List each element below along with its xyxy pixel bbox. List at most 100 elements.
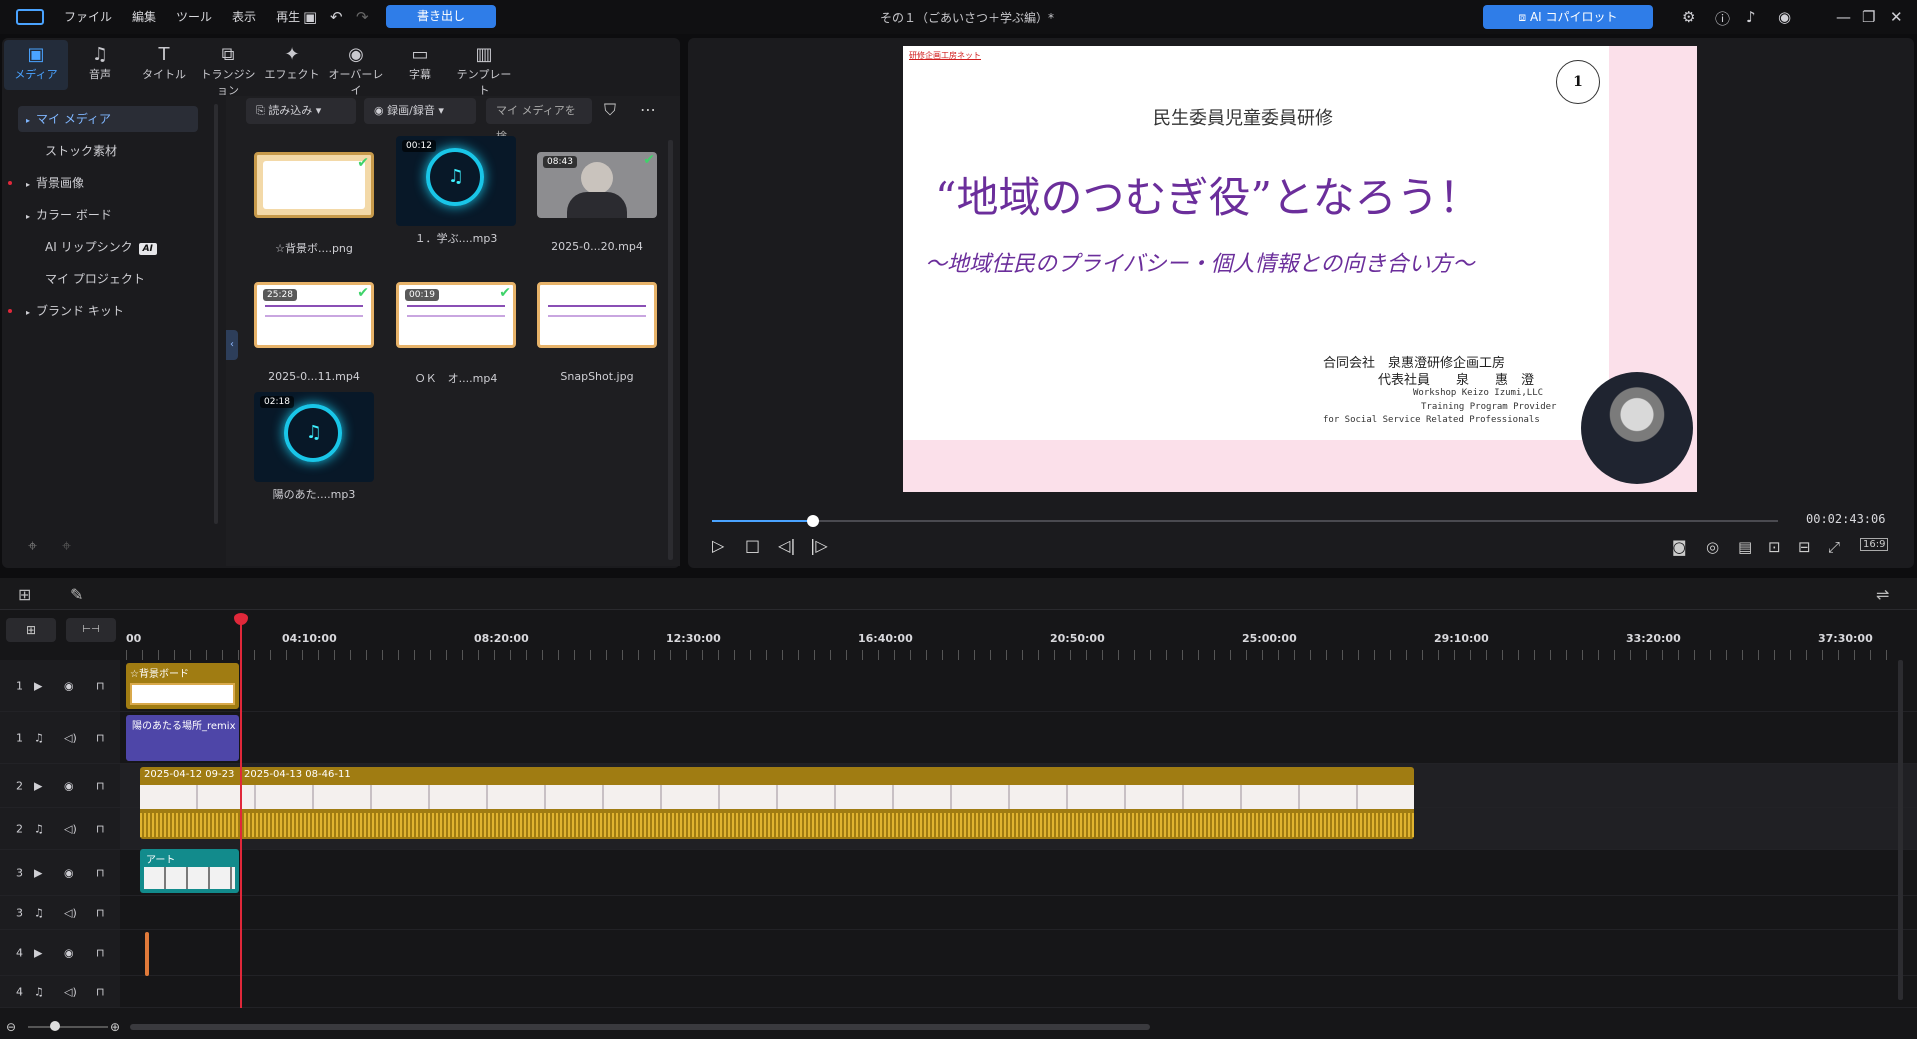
gear-icon[interactable]: ⚙ <box>1682 8 1695 26</box>
zoom-slider[interactable] <box>28 1026 108 1028</box>
record-button[interactable]: ◉ 録画/録音 ▾ <box>364 98 476 124</box>
sidebar-item-0[interactable]: ▸ マイ メディア <box>18 106 198 132</box>
stop-icon[interactable]: □ <box>745 536 760 555</box>
zoom-slider-handle[interactable] <box>50 1021 60 1031</box>
timeline-settings-icon[interactable]: ⇌ <box>1876 585 1889 604</box>
tab-4[interactable]: ✦ エフェクト <box>260 40 324 90</box>
timeline-vscrollbar[interactable] <box>1898 660 1903 1000</box>
lock-icon[interactable]: ⊓ <box>96 679 105 692</box>
zoom-in-icon[interactable]: ⊕ <box>110 1020 120 1034</box>
media-item-5[interactable] <box>537 282 657 348</box>
sidebar-item-6[interactable]: ▸ ブランド キット <box>18 298 198 324</box>
lock-icon[interactable]: ⊓ <box>96 822 105 835</box>
tab-icon: T <box>158 44 170 65</box>
video-thumbnails-strip <box>140 785 1414 809</box>
sidebar-scrollbar[interactable] <box>214 104 218 524</box>
account-icon[interactable]: ◉ <box>1778 8 1791 26</box>
timeline-select-icon[interactable]: ⊞ <box>18 585 31 604</box>
tag-remove-icon[interactable]: ⌖ <box>62 536 71 556</box>
media-scrollbar[interactable] <box>668 140 673 560</box>
playback-track[interactable] <box>712 520 1778 522</box>
menu-view[interactable]: 表示 <box>232 8 256 25</box>
tab-6[interactable]: ▭ 字幕 <box>388 40 452 90</box>
zoom-out-icon[interactable]: ⊖ <box>6 1020 16 1034</box>
lock-icon[interactable]: ⊓ <box>96 731 105 744</box>
menu-tools[interactable]: ツール <box>176 8 212 25</box>
prev-frame-icon[interactable]: ◁| <box>778 536 796 555</box>
filter-icon[interactable]: ⛉ <box>604 100 616 120</box>
import-label: 読み込み <box>268 104 313 117</box>
more-icon[interactable]: ⋯ <box>640 100 656 119</box>
tab-2[interactable]: T タイトル <box>132 40 196 90</box>
clip-background-board[interactable]: ☆背景ボード <box>126 663 239 709</box>
zoom-icon[interactable]: ⊡ <box>1768 538 1781 556</box>
media-item-6[interactable]: ♫ 02:18 <box>254 392 374 482</box>
sidebar-item-3[interactable]: ▸ カラー ボード <box>18 202 198 228</box>
minimize-icon[interactable]: — <box>1836 8 1851 26</box>
sidebar-item-2[interactable]: ▸ 背景画像 <box>18 170 198 196</box>
quality-icon[interactable]: ◎ <box>1706 538 1719 556</box>
help-icon[interactable]: ⓘ <box>1715 8 1730 29</box>
add-track-button[interactable]: ⊞ <box>6 618 56 642</box>
snapshot-icon[interactable]: ◙ <box>1672 538 1687 556</box>
tab-5[interactable]: ◉ オーバーレイ <box>324 40 388 97</box>
fullscreen-icon[interactable]: ⤢ <box>1828 538 1840 556</box>
close-icon[interactable]: ✕ <box>1890 8 1903 26</box>
save-icon[interactable]: ▣ <box>303 8 317 26</box>
restore-icon[interactable]: ❐ <box>1862 8 1875 26</box>
media-item-3[interactable]: 25:28 ✔ <box>254 282 374 348</box>
layout-icon[interactable]: ⊟ <box>1798 538 1811 556</box>
playhead[interactable] <box>240 618 242 1008</box>
lock-icon[interactable]: ⊓ <box>96 946 105 959</box>
sidebar-item-4[interactable]: AI リップシンク AI <box>18 234 198 260</box>
timeline-hscrollbar[interactable] <box>130 1024 1150 1030</box>
media-item-2[interactable]: 08:43 ✔ <box>537 152 657 218</box>
tab-1[interactable]: ♫ 音声 <box>68 40 132 90</box>
bell-icon[interactable]: ♪ <box>1746 8 1756 26</box>
lock-icon[interactable]: ⊓ <box>96 866 105 879</box>
clip-marker[interactable] <box>145 932 149 976</box>
media-item-1[interactable]: ♫ 00:12 <box>396 136 516 226</box>
import-button[interactable]: ⎘ 読み込み ▾ <box>246 98 356 124</box>
media-item-0[interactable]: ✔ <box>254 152 374 218</box>
subtitle-toggle-icon[interactable]: ▤ <box>1738 538 1752 556</box>
lock-icon[interactable]: ⊓ <box>96 985 105 998</box>
undo-icon[interactable]: ↶ <box>330 8 343 26</box>
ai-copilot-button[interactable]: ⧈ AI コパイロット <box>1483 5 1653 29</box>
speaker-icon[interactable]: ◁) <box>64 822 77 835</box>
speaker-icon[interactable]: ◁) <box>64 906 77 919</box>
tab-7[interactable]: ▥ テンプレート <box>452 40 516 97</box>
export-button[interactable]: 書き出し <box>386 5 496 28</box>
pen-icon[interactable]: ✎ <box>70 585 83 604</box>
eye-icon[interactable]: ◉ <box>64 679 74 692</box>
speaker-icon[interactable]: ◁) <box>64 731 77 744</box>
eye-icon[interactable]: ◉ <box>64 779 74 792</box>
play-icon[interactable]: ▷ <box>712 536 724 555</box>
lock-icon[interactable]: ⊓ <box>96 779 105 792</box>
clip-audio-remix[interactable]: 陽のあたる場所_remix <box>126 715 239 761</box>
sidebar-item-5[interactable]: マイ プロジェクト <box>18 266 198 292</box>
eye-icon[interactable]: ◉ <box>64 946 74 959</box>
lock-icon[interactable]: ⊓ <box>96 906 105 919</box>
clip-art[interactable]: アート <box>140 849 239 893</box>
sidebar-item-1[interactable]: ストック素材 <box>18 138 198 164</box>
clip-video-main[interactable]: 2025-04-12 09-23 2025-04-13 08-46-11 <box>140 767 1414 839</box>
fit-timeline-button[interactable]: ⊢⊣ <box>66 618 116 642</box>
aspect-ratio-button[interactable]: 16:9 <box>1860 538 1889 551</box>
menu-edit[interactable]: 編集 <box>132 8 156 25</box>
track-number: 2 <box>16 822 23 835</box>
tab-3[interactable]: ⧉ トランジション <box>196 40 260 97</box>
media-sidebar: ▸ マイ メディア ストック素材 ▸ 背景画像 ▸ カラー ボード AI リップシンク AI マイ… <box>4 96 222 562</box>
next-frame-icon[interactable]: |▷ <box>810 536 828 555</box>
media-item-4[interactable]: 00:19 ✔ <box>396 282 516 348</box>
used-check-icon: ✔ <box>499 285 511 301</box>
eye-icon[interactable]: ◉ <box>64 866 74 879</box>
tag-add-icon[interactable]: ⌖ <box>28 536 37 556</box>
speaker-icon[interactable]: ◁) <box>64 985 77 998</box>
redo-icon[interactable]: ↷ <box>356 8 369 26</box>
collapse-sidebar-button[interactable]: ‹ <box>226 330 238 360</box>
menu-file[interactable]: ファイル <box>64 8 112 25</box>
tab-0[interactable]: ▣ メディア <box>4 40 68 90</box>
media-search-input[interactable]: マイ メディアを検 <box>486 98 592 143</box>
menu-play[interactable]: 再生 <box>276 8 300 25</box>
